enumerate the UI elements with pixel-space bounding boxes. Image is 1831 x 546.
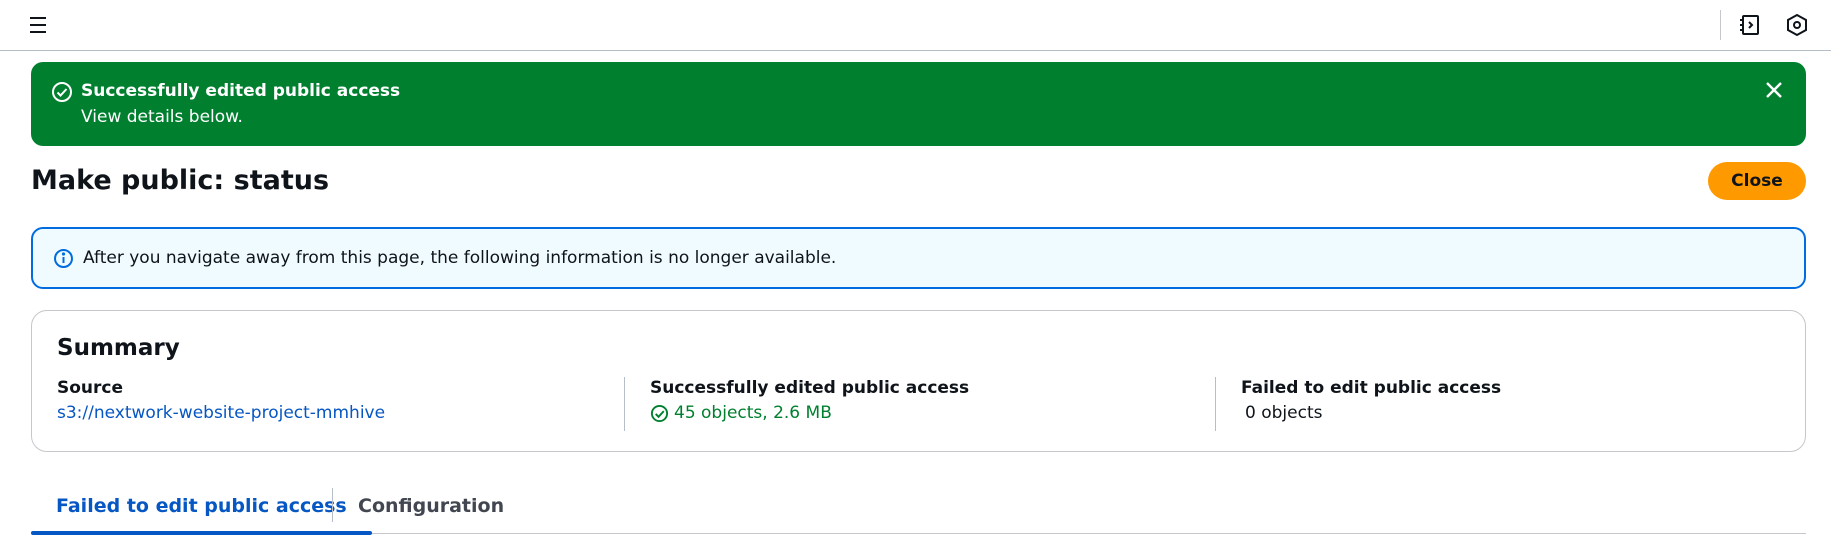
source-column: Source s3://nextwork-website-project-mmh…: [57, 377, 385, 431]
tab-configuration[interactable]: Configuration: [333, 486, 529, 534]
page-title: Make public: status: [31, 165, 330, 196]
success-value-text: 45 objects, 2.6 MB: [674, 403, 832, 423]
hamburger-menu-icon[interactable]: [28, 14, 52, 36]
close-button[interactable]: Close: [1708, 162, 1806, 200]
info-alert-text: After you navigate away from this page, …: [83, 248, 837, 268]
top-navigation-bar: [0, 0, 1831, 51]
summary-heading: Summary: [57, 335, 180, 361]
success-label: Successfully edited public access: [650, 378, 970, 398]
success-flash-banner: Successfully edited public access View d…: [31, 62, 1806, 146]
info-icon: [53, 248, 74, 269]
source-label: Source: [57, 378, 124, 398]
flash-title: Successfully edited public access: [81, 81, 401, 101]
dismiss-close-icon[interactable]: [1762, 78, 1786, 102]
tab-failed-to-edit-public-access[interactable]: Failed to edit public access: [31, 486, 372, 535]
failed-column: Failed to edit public access 0 objects: [1215, 377, 1501, 431]
notes-icon[interactable]: [1738, 13, 1762, 37]
source-link[interactable]: s3://nextwork-website-project-mmhive: [57, 402, 385, 424]
failed-label: Failed to edit public access: [1241, 378, 1502, 398]
success-check-icon: [650, 404, 669, 422]
topbar-divider: [1720, 10, 1721, 40]
failed-value: 0 objects: [1245, 403, 1323, 423]
tab-list: Failed to edit public access Configurati…: [31, 486, 1806, 535]
summary-container: Summary Source s3://nextwork-website-pro…: [31, 310, 1806, 452]
success-column: Successfully edited public access 45 obj…: [624, 377, 969, 431]
hexagon-settings-icon[interactable]: [1785, 13, 1809, 37]
check-circle-icon: [51, 81, 73, 103]
info-alert: After you navigate away from this page, …: [31, 227, 1806, 289]
flash-message: View details below.: [81, 107, 243, 127]
success-value: 45 objects, 2.6 MB: [650, 402, 969, 424]
